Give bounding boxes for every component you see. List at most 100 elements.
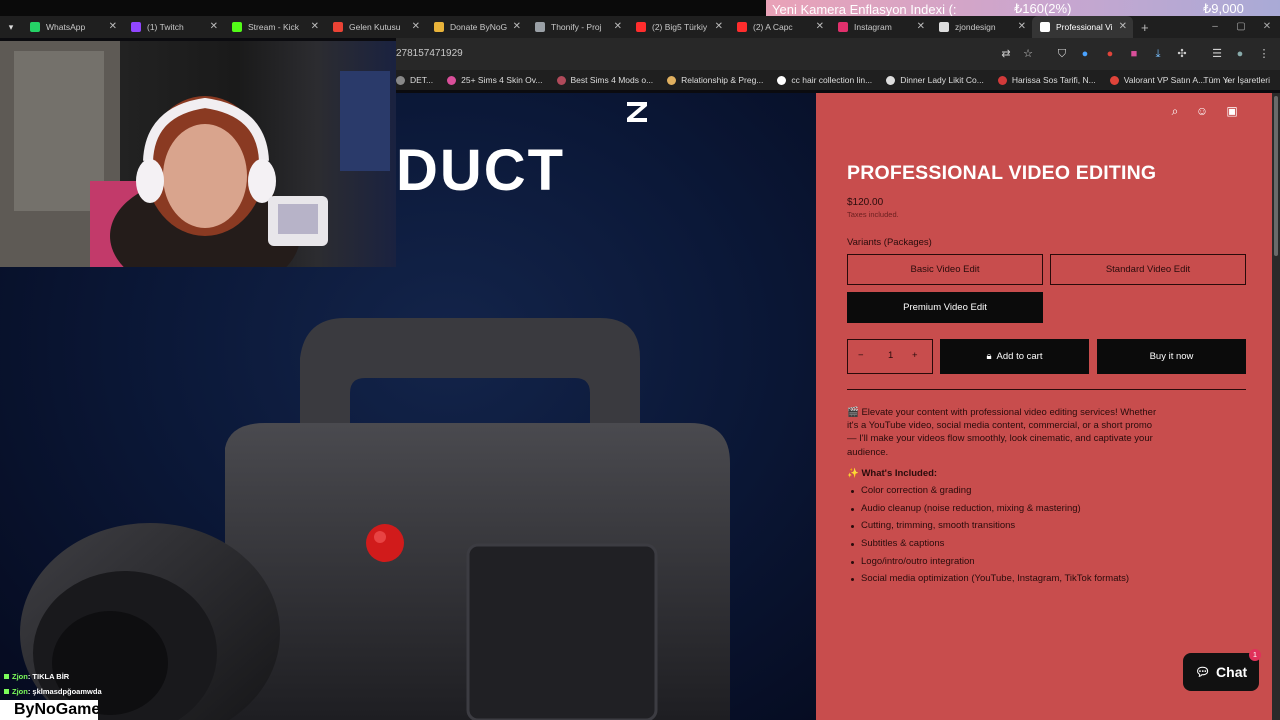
- tab-label: zjondesign: [955, 22, 996, 32]
- tab[interactable]: Gelen Kutusu ✕: [325, 16, 426, 38]
- list-item: Social media optimization (YouTube, Inst…: [847, 573, 1227, 591]
- list-item: Logo/intro/outro integration: [847, 556, 1227, 574]
- bookmark-label: 25+ Sims 4 Skin Ov...: [461, 75, 543, 85]
- stream-chat-line: Zjon: şklmasdpğoamwda: [4, 687, 102, 696]
- tab-close-icon[interactable]: ✕: [614, 21, 622, 32]
- chat-message: şklmasdpğoamwda: [32, 687, 102, 696]
- webcam-overlay: [0, 41, 396, 267]
- screen: Yeni Kamera Enflasyon Indexi (: ₺160(2%)…: [0, 0, 1280, 720]
- bookmark-label: DET...: [410, 75, 434, 85]
- tab-close-icon[interactable]: ✕: [715, 21, 723, 32]
- extension-blue-icon[interactable]: ●: [1079, 48, 1091, 60]
- bookmark-favicon-icon: [447, 75, 457, 85]
- tab-favicon-icon: [535, 22, 545, 32]
- tab-favicon-icon: [1040, 22, 1050, 32]
- bookmark-item[interactable]: DET...: [396, 75, 433, 85]
- bookmark-item[interactable]: Harissa Sos Tarifi, N...: [997, 75, 1096, 85]
- tab[interactable]: (2) A Capc ✕: [729, 16, 830, 38]
- product-price: $120.00: [847, 197, 884, 208]
- tab[interactable]: Professional Vi ✕: [1032, 16, 1133, 38]
- add-to-cart-button[interactable]: 🔒︎ Add to cart: [940, 339, 1089, 374]
- bookmark-item[interactable]: Best Sims 4 Mods o...: [556, 75, 653, 85]
- cart-icon[interactable]: ▣: [1225, 104, 1239, 118]
- tab-close-icon[interactable]: ✕: [311, 21, 319, 32]
- variant-premium-button[interactable]: Premium Video Edit: [847, 292, 1043, 323]
- minimize-icon[interactable]: –: [1202, 16, 1228, 38]
- bookmark-item[interactable]: Relationship & Preg...: [667, 75, 763, 85]
- shield-extension-icon[interactable]: ⛉: [1056, 48, 1068, 60]
- tab[interactable]: zjondesign ✕: [931, 16, 1032, 38]
- chat-message: TIKLA BİR: [32, 672, 70, 681]
- tab-close-icon[interactable]: ✕: [1119, 21, 1127, 32]
- tab-favicon-icon: [939, 22, 949, 32]
- search-icon[interactable]: ⌕: [1168, 104, 1182, 118]
- bookmark-item[interactable]: Dinner Lady Likit Co...: [886, 75, 984, 85]
- tab-list: WhatsApp ✕ (1) Twitch ✕ Stream - Kick ✕ Gelen …: [22, 16, 1133, 38]
- tab-label: Thonify - Proj: [551, 22, 602, 32]
- tab[interactable]: Stream - Kick ✕: [224, 16, 325, 38]
- tab-favicon-icon: [636, 22, 646, 32]
- variants-label: Variants (Packages): [847, 237, 932, 248]
- tab-close-icon[interactable]: ✕: [1018, 21, 1026, 32]
- tab-favicon-icon: [333, 22, 343, 32]
- all-bookmarks-folder[interactable]: Tüm Yer İşaretleri: [1203, 75, 1270, 85]
- tab-label: (2) Big5 Türkiy: [652, 22, 708, 32]
- extension-red-icon[interactable]: ●: [1104, 48, 1116, 60]
- close-window-icon[interactable]: ✕: [1254, 16, 1280, 38]
- quantity-stepper: − 1 +: [847, 339, 933, 374]
- new-tab-icon[interactable]: +: [1141, 20, 1149, 35]
- list-item: Cutting, trimming, smooth transitions: [847, 520, 1227, 538]
- chat-user: Zjon: [12, 687, 28, 696]
- bookmark-item[interactable]: Valorant VP Satın A...: [1109, 75, 1205, 85]
- menu-kebab-icon[interactable]: ⋮: [1258, 48, 1270, 60]
- tab-close-icon[interactable]: ✕: [412, 21, 420, 32]
- extension-pink-icon[interactable]: ■: [1128, 48, 1140, 60]
- bookmark-label: Relationship & Preg...: [681, 75, 764, 85]
- bookmark-star-icon[interactable]: ☆: [1022, 48, 1034, 60]
- tab-label: Gelen Kutusu: [349, 22, 401, 32]
- profile-avatar-icon[interactable]: ●: [1234, 48, 1246, 60]
- variant-basic-button[interactable]: Basic Video Edit: [847, 254, 1043, 285]
- tab-search-icon[interactable]: ▾: [0, 16, 22, 38]
- reading-list-icon[interactable]: ☰: [1211, 48, 1223, 60]
- tab-close-icon[interactable]: ✕: [513, 21, 521, 32]
- tab-close-icon[interactable]: ✕: [210, 21, 218, 32]
- stream-chat-line: Zjon: TIKLA BİR: [4, 672, 69, 681]
- variant-standard-button[interactable]: Standard Video Edit: [1050, 254, 1246, 285]
- decrease-quantity-button[interactable]: −: [858, 350, 864, 361]
- tab[interactable]: (2) Big5 Türkiy ✕: [628, 16, 729, 38]
- url-field[interactable]: 278157471929: [396, 48, 463, 59]
- download-icon[interactable]: ⤓: [1152, 48, 1164, 60]
- tab[interactable]: (1) Twitch ✕: [123, 16, 224, 38]
- tab-label: Donate ByNoG: [450, 22, 508, 32]
- bookmark-favicon-icon: [886, 75, 896, 85]
- store-logo-icon[interactable]: [624, 99, 650, 125]
- increase-quantity-button[interactable]: +: [912, 350, 918, 361]
- tab-favicon-icon: [131, 22, 141, 32]
- tab-strip: ▾ WhatsApp ✕ (1) Twitch ✕ Stream - Kick ✕ Gele…: [0, 16, 1280, 38]
- extensions-puzzle-icon[interactable]: ✣: [1176, 48, 1188, 60]
- scrollbar-thumb[interactable]: [1274, 96, 1278, 256]
- chat-bubble-icon: 💬︎: [1194, 665, 1211, 679]
- tab-close-icon[interactable]: ✕: [816, 21, 824, 32]
- tab[interactable]: Donate ByNoG ✕: [426, 16, 527, 38]
- tab[interactable]: WhatsApp ✕: [22, 16, 123, 38]
- account-icon[interactable]: ☺: [1195, 104, 1209, 118]
- chat-widget-button[interactable]: 💬︎ Chat: [1183, 653, 1259, 691]
- bookmark-favicon-icon: [1109, 75, 1119, 85]
- tab[interactable]: Thonify - Proj ✕: [527, 16, 628, 38]
- tab[interactable]: Instagram ✕: [830, 16, 931, 38]
- tab-label: Professional Vi: [1056, 22, 1113, 32]
- buy-now-button[interactable]: Buy it now: [1097, 339, 1246, 374]
- tab-close-icon[interactable]: ✕: [917, 21, 925, 32]
- quantity-value[interactable]: 1: [888, 350, 893, 361]
- translate-icon[interactable]: ⇄: [1000, 48, 1012, 60]
- bookmark-item[interactable]: 25+ Sims 4 Skin Ov...: [447, 75, 543, 85]
- maximize-icon[interactable]: ▢: [1228, 16, 1254, 38]
- ticker-text: Yeni Kamera Enflasyon Indexi (:: [772, 1, 957, 17]
- cart-small-icon: 🔒︎: [986, 351, 992, 362]
- bookmark-item[interactable]: cc hair collection lin...: [777, 75, 872, 85]
- tab-close-icon[interactable]: ✕: [109, 21, 117, 32]
- included-heading: ✨ What's Included:: [847, 468, 938, 479]
- tab-label: Instagram: [854, 22, 892, 32]
